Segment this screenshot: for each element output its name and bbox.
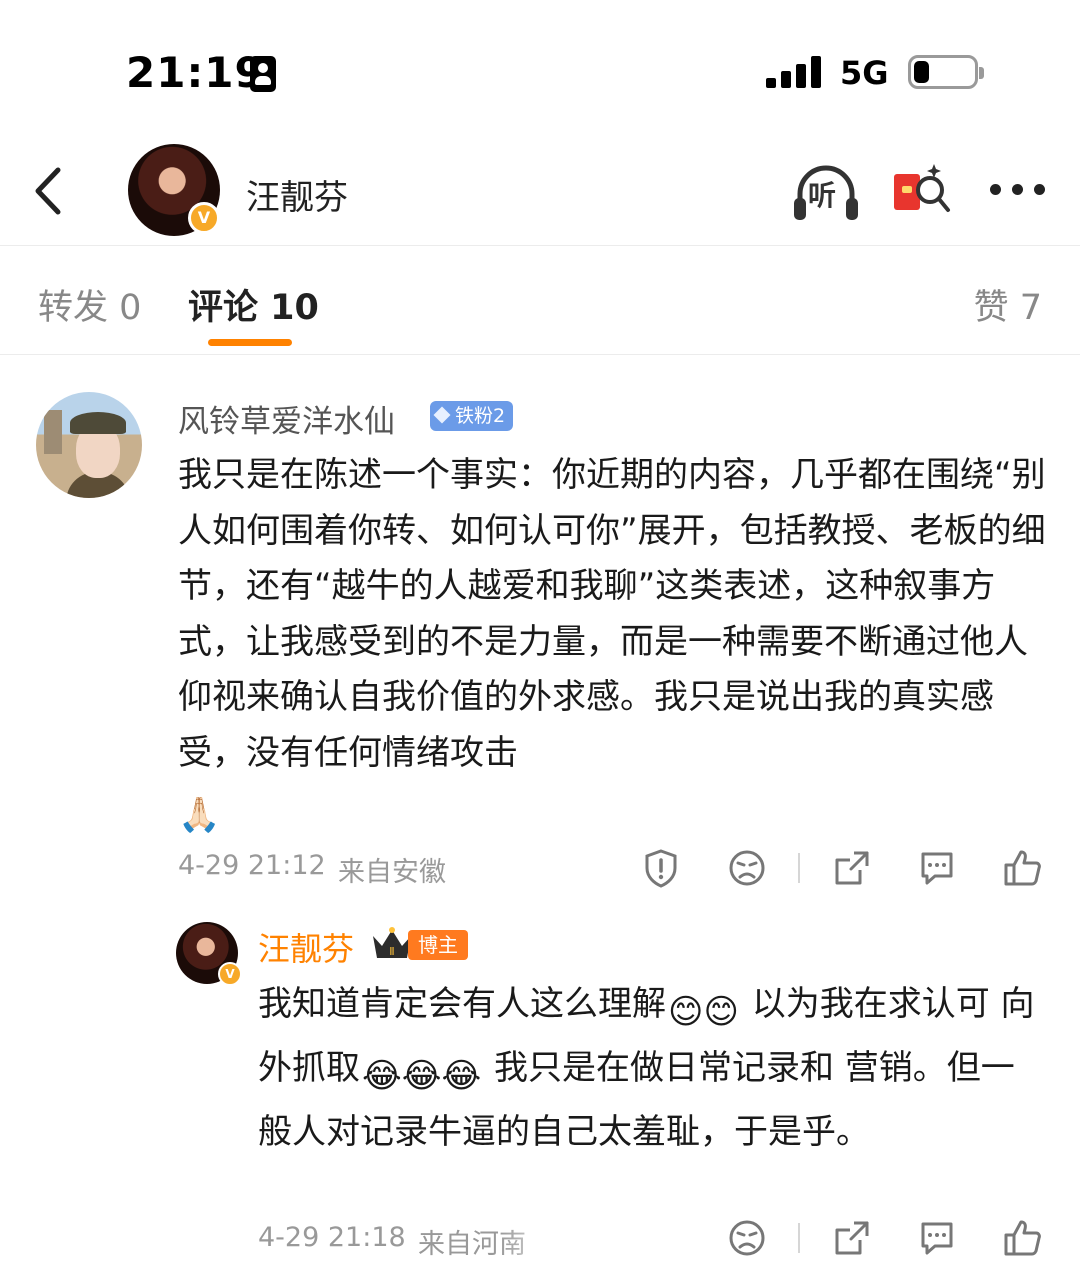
comment-text: 我只是在陈述一个事实：你近期的内容，几乎都在围绕“别人如何围着你转、如何认可你”…: [178, 455, 1046, 773]
tab-reposts[interactable]: 转发 0: [38, 279, 141, 330]
reply-icon[interactable]: [917, 1218, 957, 1258]
commenter-name[interactable]: 风铃草爱洋水仙: [178, 396, 395, 441]
report-icon[interactable]: [641, 848, 681, 888]
share-icon[interactable]: [832, 848, 872, 888]
like-icon[interactable]: [1003, 848, 1043, 888]
reply-time: 4-29 21:18: [258, 1222, 406, 1253]
smile-emoji: 😊😊: [668, 992, 739, 1032]
fan-badge-label: 铁粉2: [455, 405, 506, 427]
reply-text-part1: 我知道肯定会有人这么理解: [258, 984, 666, 1024]
comment-location: 来自安徽: [338, 857, 446, 888]
laugh-emoji: 😂😂😂: [362, 1056, 482, 1096]
pray-emoji: 🙏🏻: [178, 795, 221, 835]
replier-name[interactable]: 汪靓芬: [258, 924, 354, 970]
active-tab-indicator: [208, 339, 292, 346]
diamond-icon: [433, 406, 451, 424]
battery-level: [914, 61, 929, 83]
more-icon[interactable]: [990, 184, 1046, 196]
like-icon[interactable]: [1003, 1218, 1043, 1258]
listen-label: 听: [808, 179, 837, 212]
back-icon[interactable]: [30, 166, 70, 216]
action-divider: [798, 853, 800, 883]
reply-body[interactable]: 我知道肯定会有人这么理解😊😊 以为我在求认可 向外抓取😂😂😂 我只是在做日常记录…: [258, 976, 1048, 1160]
id-card-icon: [250, 56, 276, 92]
dislike-icon[interactable]: [727, 848, 767, 888]
network-type: 5G: [840, 54, 889, 92]
owner-badge: 博主: [408, 930, 468, 960]
verified-badge-icon: V: [218, 962, 242, 986]
fan-badge[interactable]: 铁粉2: [430, 401, 514, 431]
reply-icon[interactable]: [917, 848, 957, 888]
share-icon[interactable]: [832, 1218, 872, 1258]
comment-body[interactable]: 我只是在陈述一个事实：你近期的内容，几乎都在围绕“别人如何围着你转、如何认可你”…: [178, 448, 1046, 844]
status-time: 21:19: [126, 48, 265, 97]
commenter-avatar[interactable]: [36, 392, 142, 498]
page-title[interactable]: 汪靓芬: [246, 170, 348, 219]
tab-bar: 转发 0 评论 10 赞 7: [0, 247, 1080, 355]
tab-comments[interactable]: 评论 10: [188, 279, 319, 330]
comment-time: 4-29 21:12: [178, 850, 326, 881]
action-divider: [798, 1223, 800, 1253]
nav-header: V 汪靓芬 听: [0, 140, 1080, 246]
signal-icon: [766, 56, 824, 88]
status-bar: 21:19 5G: [0, 0, 1080, 140]
crown-level: Ⅱ: [389, 945, 394, 958]
fade-overlay: [500, 1222, 620, 1262]
dislike-icon[interactable]: [727, 1218, 767, 1258]
tab-likes[interactable]: 赞 7: [974, 279, 1042, 330]
battery-icon: [908, 55, 984, 89]
red-packet-icon[interactable]: [890, 160, 952, 222]
verified-badge-icon: V: [188, 202, 220, 234]
